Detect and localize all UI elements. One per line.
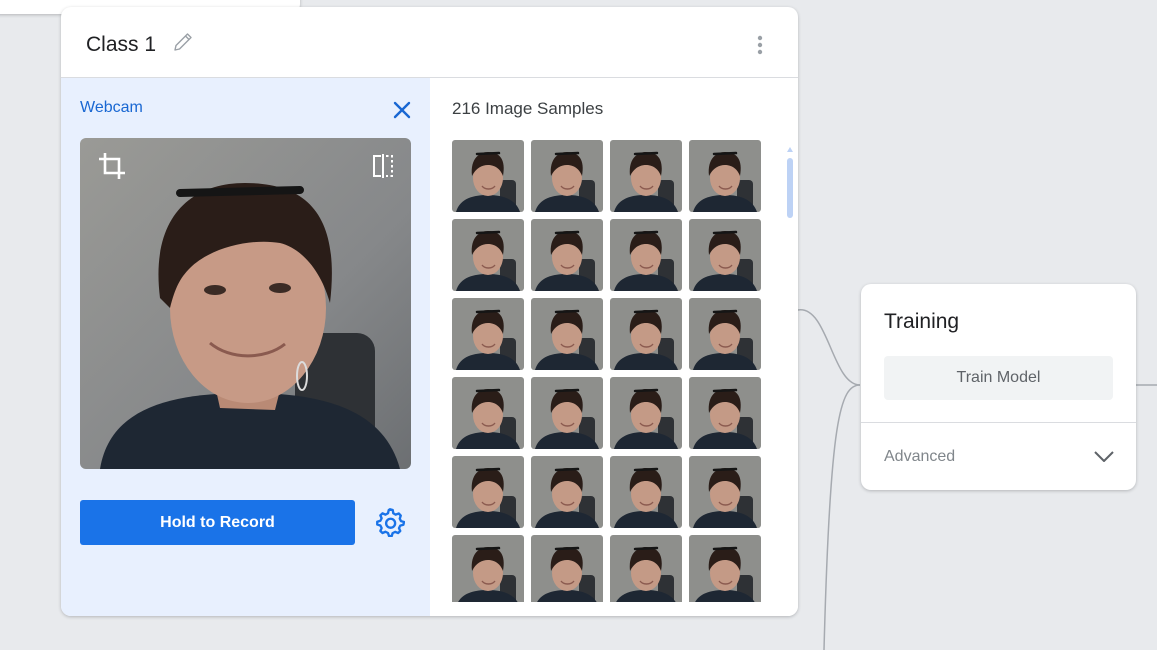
image-sample-thumbnail[interactable] <box>452 298 524 370</box>
advanced-toggle[interactable]: Advanced <box>884 448 955 466</box>
crop-icon[interactable] <box>96 150 128 182</box>
chevron-down-icon[interactable] <box>1093 449 1115 465</box>
image-sample-thumbnail[interactable] <box>531 535 603 602</box>
webcam-panel: Webcam Hold to Record <box>61 78 430 616</box>
edit-icon[interactable] <box>171 30 195 54</box>
samples-panel: 216 Image Samples <box>430 78 798 616</box>
webcam-label: Webcam <box>80 99 143 116</box>
image-sample-thumbnail[interactable] <box>689 377 761 449</box>
scrollbar-thumb[interactable] <box>787 158 793 218</box>
class-card: Class 1 Webcam Hold to Record 216 Image … <box>61 7 798 616</box>
webcam-preview <box>80 138 411 469</box>
image-sample-thumbnail[interactable] <box>610 140 682 212</box>
image-sample-thumbnail[interactable] <box>452 535 524 602</box>
image-sample-thumbnail[interactable] <box>531 456 603 528</box>
image-sample-thumbnail[interactable] <box>531 377 603 449</box>
more-vert-icon[interactable] <box>751 33 769 57</box>
flip-icon[interactable] <box>369 152 397 180</box>
image-sample-thumbnail[interactable] <box>452 456 524 528</box>
samples-scrollbar[interactable] <box>787 146 793 601</box>
class-title[interactable]: Class 1 <box>86 33 156 57</box>
image-sample-thumbnail[interactable] <box>689 219 761 291</box>
image-sample-thumbnail[interactable] <box>689 298 761 370</box>
close-icon[interactable] <box>391 99 413 121</box>
image-sample-thumbnail[interactable] <box>689 535 761 602</box>
image-sample-thumbnail[interactable] <box>452 219 524 291</box>
image-sample-thumbnail[interactable] <box>531 298 603 370</box>
hold-to-record-button[interactable]: Hold to Record <box>80 500 355 545</box>
image-sample-thumbnail[interactable] <box>452 140 524 212</box>
samples-grid <box>452 140 764 602</box>
samples-viewport[interactable] <box>452 140 764 602</box>
image-sample-thumbnail[interactable] <box>689 456 761 528</box>
settings-icon[interactable] <box>375 507 405 537</box>
class-header: Class 1 <box>61 7 798 78</box>
image-sample-thumbnail[interactable] <box>610 298 682 370</box>
image-sample-thumbnail[interactable] <box>610 377 682 449</box>
image-sample-thumbnail[interactable] <box>610 456 682 528</box>
image-sample-thumbnail[interactable] <box>610 535 682 602</box>
image-sample-thumbnail[interactable] <box>610 219 682 291</box>
image-sample-thumbnail[interactable] <box>531 219 603 291</box>
image-sample-thumbnail[interactable] <box>689 140 761 212</box>
training-title: Training <box>884 310 960 333</box>
image-sample-thumbnail[interactable] <box>452 377 524 449</box>
training-card: Training Train Model Advanced <box>861 284 1136 490</box>
image-sample-thumbnail[interactable] <box>531 140 603 212</box>
samples-count-label: 216 Image Samples <box>452 99 604 118</box>
training-divider <box>861 422 1136 423</box>
webcam-video-frame <box>80 138 411 469</box>
train-model-button[interactable]: Train Model <box>884 356 1113 400</box>
scroll-up-arrow-icon[interactable] <box>787 146 793 152</box>
